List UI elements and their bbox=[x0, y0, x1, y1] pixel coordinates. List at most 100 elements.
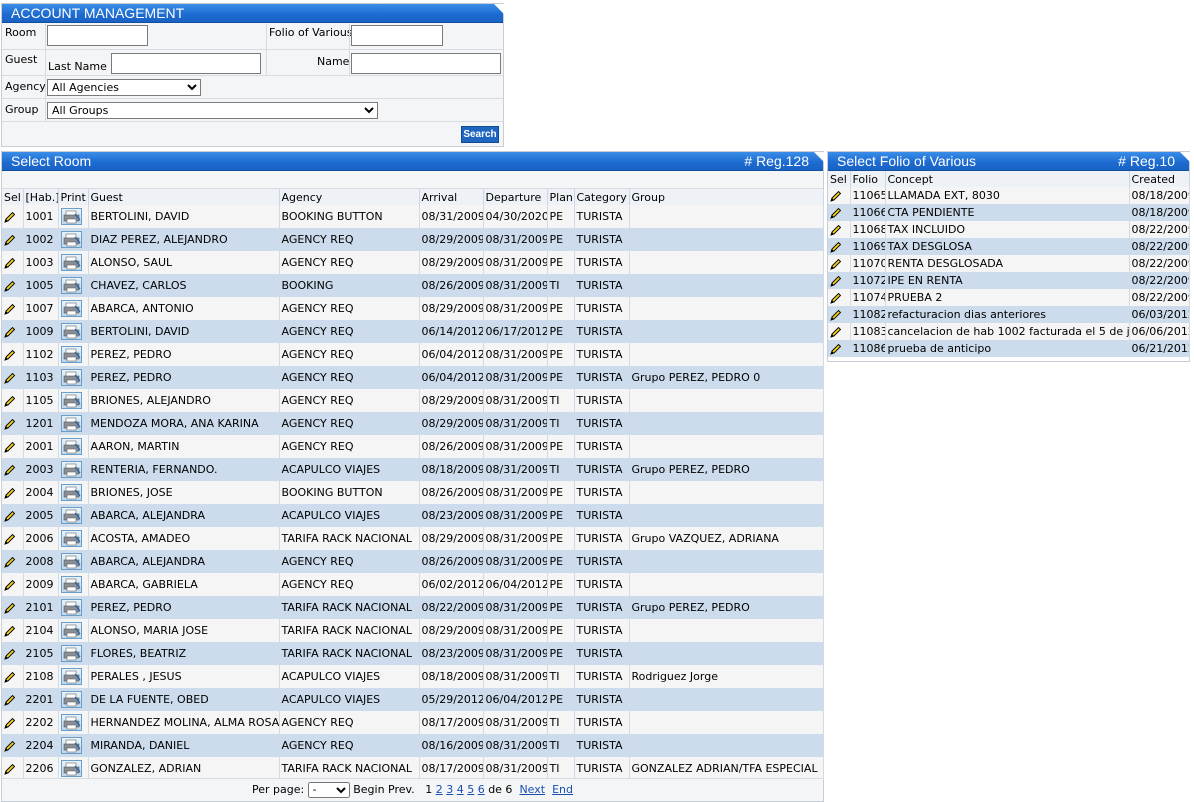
select-cell[interactable] bbox=[828, 187, 851, 204]
print-cell[interactable] bbox=[58, 665, 89, 688]
table-row[interactable]: 11086 prueba de anticipo 06/21/2012 bbox=[828, 340, 1190, 357]
print-cell[interactable] bbox=[58, 504, 89, 527]
select-cell[interactable] bbox=[2, 320, 24, 343]
table-row[interactable]: 11068 TAX INCLUIDO 08/22/2009 bbox=[828, 221, 1190, 238]
print-cell[interactable] bbox=[58, 757, 89, 780]
page-link[interactable]: 5 bbox=[467, 783, 474, 796]
table-row[interactable]: 11074 PRUEBA 2 08/22/2009 bbox=[828, 289, 1190, 306]
pencil-icon[interactable] bbox=[4, 349, 16, 361]
page-link[interactable]: 3 bbox=[446, 783, 453, 796]
select-cell[interactable] bbox=[2, 435, 24, 458]
print-icon[interactable] bbox=[60, 438, 82, 455]
table-row[interactable]: 2108 PERALES , JESUS ACAPULCO VIAJES 08/18/… bbox=[2, 665, 824, 688]
print-icon[interactable] bbox=[60, 346, 82, 363]
table-row[interactable]: 11083 cancelacion de hab 1002 facturada e… bbox=[828, 323, 1190, 340]
agency-select[interactable]: All Agencies bbox=[47, 79, 201, 96]
select-cell[interactable] bbox=[2, 688, 24, 711]
table-row[interactable]: 2104 ALONSO, MARIA JOSE TARIFA RACK NACION… bbox=[2, 619, 824, 642]
print-icon[interactable] bbox=[60, 553, 82, 570]
print-cell[interactable] bbox=[58, 297, 89, 320]
print-icon[interactable] bbox=[60, 484, 82, 501]
select-cell[interactable] bbox=[2, 642, 24, 665]
select-cell[interactable] bbox=[2, 711, 24, 734]
select-cell[interactable] bbox=[2, 734, 24, 757]
last-name-input[interactable] bbox=[111, 53, 261, 74]
print-icon[interactable] bbox=[60, 415, 82, 432]
print-icon[interactable] bbox=[60, 507, 82, 524]
select-cell[interactable] bbox=[2, 573, 24, 596]
pencil-icon[interactable] bbox=[4, 625, 16, 637]
select-cell[interactable] bbox=[828, 238, 851, 255]
select-cell[interactable] bbox=[828, 221, 851, 238]
table-row[interactable]: 2005 ABARCA, ALEJANDRA ACAPULCO VIAJES 08/2… bbox=[2, 504, 824, 527]
select-cell[interactable] bbox=[2, 550, 24, 573]
pencil-icon[interactable] bbox=[4, 740, 16, 752]
table-row[interactable]: 1003 ALONSO, SAUL AGENCY REQ 08/29/2009 08/3… bbox=[2, 251, 824, 274]
table-row[interactable]: 1105 BRIONES, ALEJANDRO AGENCY REQ 08/29/20… bbox=[2, 389, 824, 412]
print-icon[interactable] bbox=[60, 208, 82, 225]
table-row[interactable]: 2001 AARON, MARTIN AGENCY REQ 08/26/2009 08/… bbox=[2, 435, 824, 458]
print-cell[interactable] bbox=[58, 596, 89, 619]
print-icon[interactable] bbox=[60, 737, 82, 754]
pencil-icon[interactable] bbox=[830, 343, 842, 355]
page-link[interactable]: 4 bbox=[457, 783, 464, 796]
print-cell[interactable] bbox=[58, 251, 89, 274]
print-icon[interactable] bbox=[60, 645, 82, 662]
print-icon[interactable] bbox=[60, 392, 82, 409]
table-row[interactable]: 1005 CHAVEZ, CARLOS BOOKING 08/26/2009 08/31… bbox=[2, 274, 824, 297]
select-cell[interactable] bbox=[828, 306, 851, 323]
pencil-icon[interactable] bbox=[4, 487, 16, 499]
select-cell[interactable] bbox=[828, 272, 851, 289]
pencil-icon[interactable] bbox=[4, 510, 16, 522]
select-cell[interactable] bbox=[2, 274, 24, 297]
print-icon[interactable] bbox=[60, 691, 82, 708]
print-cell[interactable] bbox=[58, 343, 89, 366]
table-row[interactable]: 11070 RENTA DESGLOSADA 08/22/2009 bbox=[828, 255, 1190, 272]
print-cell[interactable] bbox=[58, 228, 89, 251]
table-row[interactable]: 2206 GONZALEZ, ADRIAN TARIFA RACK NACIONAL… bbox=[2, 757, 824, 780]
print-cell[interactable] bbox=[58, 458, 89, 481]
pencil-icon[interactable] bbox=[4, 372, 16, 384]
pencil-icon[interactable] bbox=[830, 207, 842, 219]
print-cell[interactable] bbox=[58, 389, 89, 412]
select-cell[interactable] bbox=[828, 323, 851, 340]
print-cell[interactable] bbox=[58, 274, 89, 297]
table-row[interactable]: 2008 ABARCA, ALEJANDRA AGENCY REQ 08/26/200… bbox=[2, 550, 824, 573]
select-cell[interactable] bbox=[2, 343, 24, 366]
table-row[interactable]: 1002 DIAZ PEREZ, ALEJANDRO AGENCY REQ 08/29… bbox=[2, 228, 824, 251]
print-cell[interactable] bbox=[58, 435, 89, 458]
page-link[interactable]: 6 bbox=[478, 783, 485, 796]
print-icon[interactable] bbox=[60, 530, 82, 547]
select-cell[interactable] bbox=[2, 665, 24, 688]
table-row[interactable]: 11072 IPE EN RENTA 08/22/2009 bbox=[828, 272, 1190, 289]
pencil-icon[interactable] bbox=[830, 224, 842, 236]
print-cell[interactable] bbox=[58, 481, 89, 504]
select-cell[interactable] bbox=[828, 289, 851, 306]
table-row[interactable]: 1007 ABARCA, ANTONIO AGENCY REQ 08/29/2009 0… bbox=[2, 297, 824, 320]
pencil-icon[interactable] bbox=[4, 671, 16, 683]
table-row[interactable]: 1201 MENDOZA MORA, ANA KARINA AGENCY REQ 08… bbox=[2, 412, 824, 435]
pencil-icon[interactable] bbox=[4, 464, 16, 476]
print-icon[interactable] bbox=[60, 323, 82, 340]
print-icon[interactable] bbox=[60, 461, 82, 478]
group-select[interactable]: All Groups bbox=[47, 102, 378, 119]
pencil-icon[interactable] bbox=[4, 763, 16, 775]
pencil-icon[interactable] bbox=[830, 326, 842, 338]
print-cell[interactable] bbox=[58, 642, 89, 665]
print-cell[interactable] bbox=[58, 573, 89, 596]
end-page-link[interactable]: End bbox=[552, 783, 573, 796]
print-icon[interactable] bbox=[60, 254, 82, 271]
select-cell[interactable] bbox=[2, 481, 24, 504]
print-icon[interactable] bbox=[60, 668, 82, 685]
pencil-icon[interactable] bbox=[4, 579, 16, 591]
select-cell[interactable] bbox=[828, 204, 851, 221]
table-row[interactable]: 11066 CTA PENDIENTE 08/18/2009 bbox=[828, 204, 1190, 221]
search-button[interactable]: Search bbox=[461, 126, 499, 143]
print-icon[interactable] bbox=[60, 300, 82, 317]
table-row[interactable]: 2006 ACOSTA, AMADEO TARIFA RACK NACIONAL 08… bbox=[2, 527, 824, 550]
table-row[interactable]: 1102 PEREZ, PEDRO AGENCY REQ 06/04/2012 08/3… bbox=[2, 343, 824, 366]
table-row[interactable]: 2204 MIRANDA, DANIEL AGENCY REQ 08/16/2009 0… bbox=[2, 734, 824, 757]
table-row[interactable]: 11069 TAX DESGLOSA 08/22/2009 bbox=[828, 238, 1190, 255]
select-cell[interactable] bbox=[2, 596, 24, 619]
select-cell[interactable] bbox=[2, 412, 24, 435]
